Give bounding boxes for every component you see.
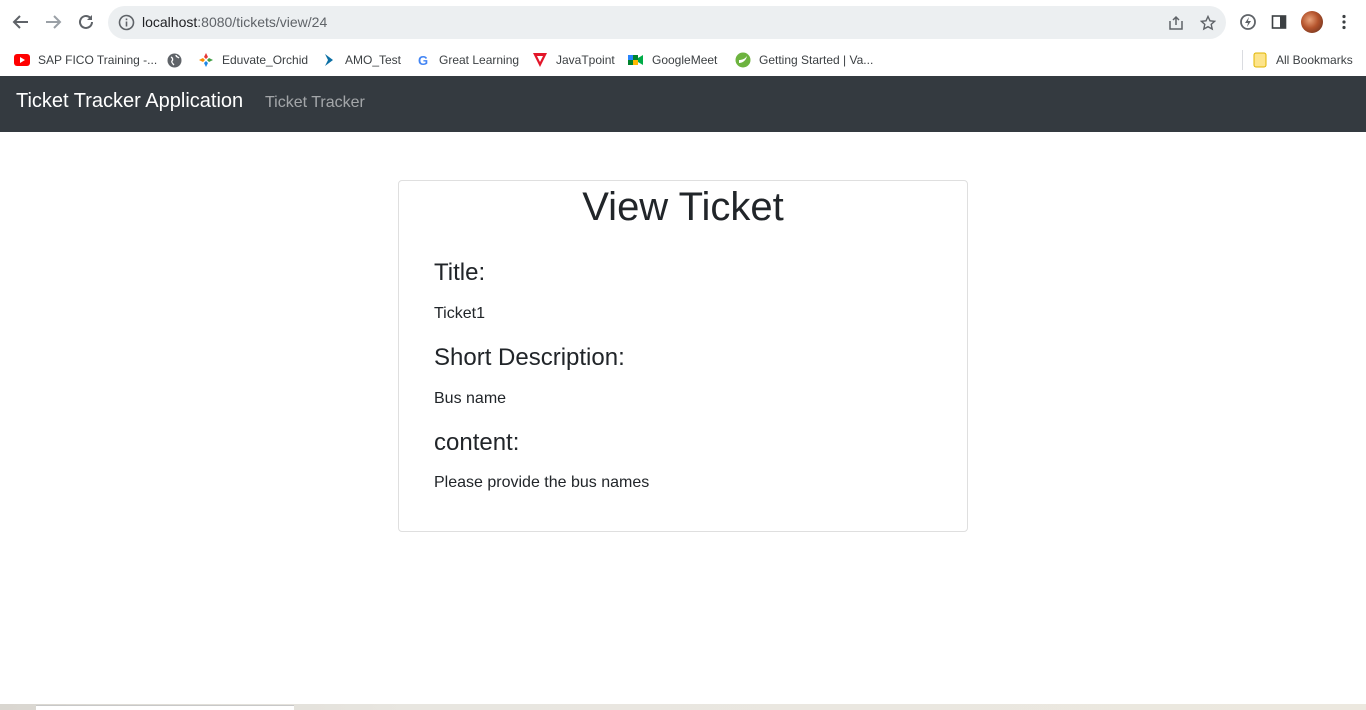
nav-link-ticket-tracker[interactable]: Ticket Tracker bbox=[265, 94, 365, 112]
bookmark-label: GoogleMeet bbox=[652, 53, 718, 67]
forward-button[interactable] bbox=[41, 10, 65, 34]
url-text[interactable]: localhost:8080/tickets/view/24 bbox=[142, 14, 327, 30]
bookmark-amo-test[interactable]: AMO_Test bbox=[321, 49, 401, 71]
bookmark-label: Eduvate_Orchid bbox=[222, 53, 309, 67]
bookmark-label: Getting Started | Va... bbox=[759, 53, 874, 67]
arrow-left-icon bbox=[12, 15, 28, 29]
all-bookmarks-button[interactable]: All Bookmarks bbox=[1252, 49, 1353, 71]
app-navbar: Ticket Tracker Application Ticket Tracke… bbox=[0, 76, 1366, 132]
ticket-card: View Ticket Title: Ticket1 Short Descrip… bbox=[398, 180, 968, 532]
browser-menu-button[interactable] bbox=[1333, 11, 1355, 33]
browser-toolbar: localhost:8080/tickets/view/24 bbox=[0, 0, 1366, 44]
orchid-icon bbox=[198, 52, 214, 68]
bookmark-sap-fico[interactable]: SAP FICO Training -... bbox=[14, 49, 157, 71]
content-value: Please provide the bus names bbox=[434, 474, 650, 491]
profile-avatar[interactable] bbox=[1301, 11, 1323, 33]
meet-icon bbox=[628, 52, 644, 68]
reload-icon bbox=[79, 14, 93, 29]
all-bookmarks-label: All Bookmarks bbox=[1276, 53, 1353, 67]
short-description-value: Bus name bbox=[434, 390, 507, 407]
page-title: View Ticket bbox=[582, 185, 784, 229]
share-icon bbox=[1169, 15, 1183, 30]
bookmark-label: JavaTpoint bbox=[556, 53, 615, 67]
short-description-label: Short Description: bbox=[434, 344, 625, 371]
bookmark-globe[interactable] bbox=[166, 49, 190, 71]
arrow-right-icon bbox=[46, 15, 62, 29]
bookmark-javatpoint[interactable]: JavaTpoint bbox=[532, 49, 615, 71]
reload-button[interactable] bbox=[74, 10, 98, 34]
title-label: Title: bbox=[434, 259, 486, 286]
bookmark-great-learning[interactable]: G Great Learning bbox=[415, 49, 519, 71]
folder-icon bbox=[1252, 52, 1268, 68]
globe-icon bbox=[166, 52, 182, 68]
bookmark-label: SAP FICO Training -... bbox=[38, 53, 158, 67]
navbar-brand[interactable]: Ticket Tracker Application bbox=[16, 90, 243, 113]
javatpoint-icon bbox=[532, 52, 548, 68]
bookmark-googlemeet[interactable]: GoogleMeet bbox=[628, 49, 717, 71]
taskbar-item bbox=[36, 705, 294, 710]
extension-button[interactable] bbox=[1237, 11, 1259, 33]
title-value: Ticket1 bbox=[434, 305, 485, 322]
back-button[interactable] bbox=[9, 10, 33, 34]
extension-icon bbox=[1240, 14, 1256, 30]
address-bar[interactable]: localhost:8080/tickets/view/24 bbox=[108, 6, 1226, 39]
bookmark-star-button[interactable] bbox=[1199, 14, 1217, 32]
side-panel-button[interactable] bbox=[1268, 11, 1290, 33]
content-label: content: bbox=[434, 429, 520, 456]
arrow-icon bbox=[321, 52, 337, 68]
taskbar-strip bbox=[0, 704, 1366, 710]
google-icon: G bbox=[417, 52, 429, 68]
info-icon[interactable] bbox=[118, 14, 135, 31]
bookmark-eduvate-orchid[interactable]: Eduvate_Orchid bbox=[198, 49, 308, 71]
youtube-icon bbox=[14, 52, 30, 68]
bookmark-label: Great Learning bbox=[439, 53, 520, 67]
kebab-menu-icon bbox=[1342, 14, 1346, 30]
share-button[interactable] bbox=[1167, 14, 1185, 32]
spring-icon bbox=[735, 52, 751, 68]
bookmark-label: AMO_Test bbox=[345, 53, 402, 67]
star-icon bbox=[1200, 15, 1216, 31]
sidepanel-icon bbox=[1271, 15, 1287, 29]
bookmarks-separator bbox=[1242, 50, 1243, 70]
bookmark-getting-started[interactable]: Getting Started | Va... bbox=[735, 49, 873, 71]
bookmarks-bar: SAP FICO Training -... Eduvate_Orchid AM… bbox=[0, 44, 1366, 76]
